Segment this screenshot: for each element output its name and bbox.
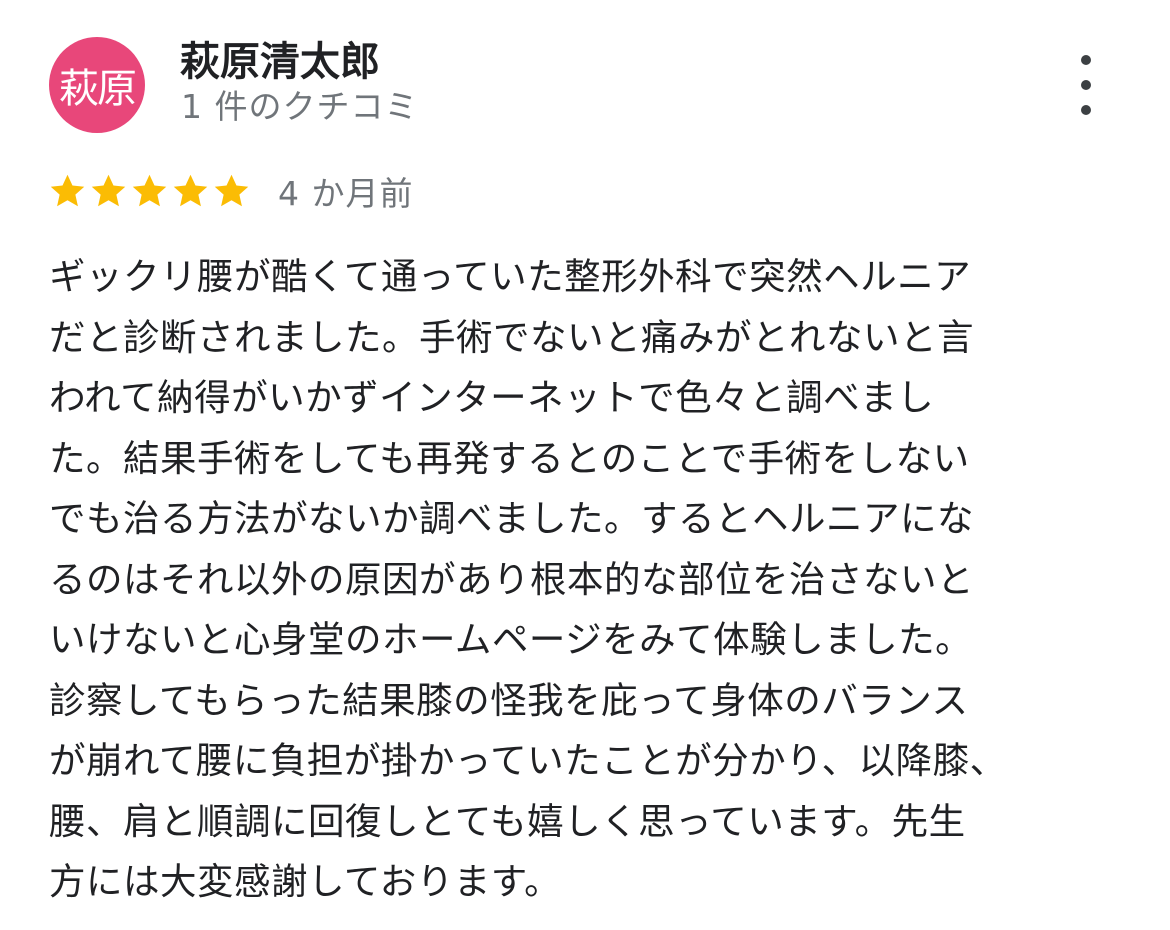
reviewer-review-count[interactable]: 1 件のクチコミ xyxy=(181,83,419,131)
review-text-line: が崩れて腰に負担が掛かっていたことが分かり、以降膝、 xyxy=(49,739,1007,782)
star-rating xyxy=(47,171,252,212)
more-vert-icon xyxy=(1081,55,1091,65)
more-options-button[interactable] xyxy=(1066,55,1106,115)
star-icon xyxy=(91,174,126,206)
review-text-line: た。結果手術をしても再発するとのことで手術をしない xyxy=(49,436,970,480)
review-text-line: でも治る方法がないか調べました。するとヘルニアにな xyxy=(49,497,974,540)
star-icon xyxy=(50,174,85,206)
review-date: 4 か月前 xyxy=(278,174,414,213)
more-vert-icon-dot xyxy=(1081,105,1091,115)
rating-row: 4 か月前 xyxy=(47,166,414,216)
review-text-line: われて納得がいかずインターネットで色々と調べまし xyxy=(49,376,935,419)
review-text-line: だと診断されました。手術でないと痛みがとれないと言 xyxy=(49,315,974,359)
review-text-line: 診察してもらった結果膝の怪我を庇って身体のバランス xyxy=(49,678,969,722)
review-text: ギックリ腰が酷くて通っていた整形外科で突然ヘルニア だと診断されました。手術でない… xyxy=(49,247,1109,913)
review-text-line: 方には大変感謝しております。 xyxy=(49,860,562,903)
avatar-initials: 萩原 xyxy=(59,66,137,112)
star-icon xyxy=(173,174,208,206)
review-text-line: ギックリ腰が酷くて通っていた整形外科で突然ヘルニア xyxy=(49,255,972,298)
review-text-line: 腰、肩と順調に回復しとても嬉しく思っています。先生 xyxy=(49,799,966,843)
reviewer-name[interactable]: 萩原清太郎 xyxy=(180,36,380,88)
more-vert-icon-dot xyxy=(1081,80,1091,90)
review-card: 萩原 萩原清太郎 1 件のクチコミ 4 か月前 ギックリ腰が酷くて通っていた整形… xyxy=(0,0,1170,930)
star-icon xyxy=(132,174,167,206)
avatar[interactable]: 萩原 xyxy=(49,37,145,133)
review-text-line: るのはそれ以外の原因があり根本的な部位を治さないと xyxy=(49,557,974,601)
star-icon xyxy=(214,174,249,206)
review-text-line: いけないと心身堂のホームページをみて体験しました。 xyxy=(49,618,973,661)
